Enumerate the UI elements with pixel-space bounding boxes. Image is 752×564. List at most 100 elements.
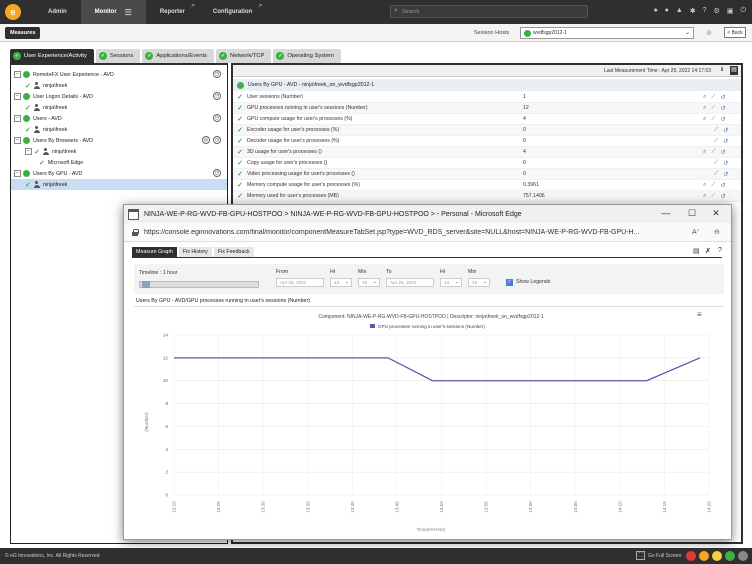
- tab-operating-system[interactable]: ✓ Operating System: [273, 49, 341, 63]
- measure-row[interactable]: ✓ Encoder usage for user's processes (%) 0…: [233, 125, 741, 136]
- address-bar[interactable]: https://console.eginnovations.com/final/…: [124, 223, 731, 242]
- graph-icon[interactable]: ⟋: [714, 138, 718, 145]
- tab-fix-feedback[interactable]: Fix Feedback: [213, 247, 254, 257]
- graph-icon[interactable]: ⟋: [711, 105, 715, 112]
- collapse-toggle-icon[interactable]: −: [14, 71, 21, 78]
- collapse-toggle-icon[interactable]: −: [14, 93, 21, 100]
- tab-applications-events[interactable]: ✓ Applications/Events: [142, 49, 214, 63]
- history-icon[interactable]: ↺: [723, 160, 728, 167]
- show-legends-checkbox[interactable]: ✓: [506, 279, 513, 286]
- nav-tab-monitor[interactable]: Monitor ☰: [80, 0, 146, 24]
- read-aloud-icon[interactable]: Aᐟ: [692, 228, 700, 236]
- details-icon[interactable]: ◷: [213, 114, 221, 122]
- bell-icon[interactable]: ♠: [654, 7, 658, 15]
- close-icon[interactable]: ✕: [710, 208, 722, 219]
- from-hr-select[interactable]: 13 ⌄: [330, 278, 352, 287]
- tools-icon[interactable]: ✗: [705, 247, 711, 255]
- fullscreen-label[interactable]: Go Full Screen: [648, 553, 681, 559]
- timeline-slider[interactable]: [139, 281, 259, 288]
- tree-leaf-user-selected[interactable]: ✓ ninja\freek: [11, 179, 227, 190]
- tree-leaf-user[interactable]: ✓ ninja\freek: [11, 102, 227, 113]
- measure-row[interactable]: ✓ Copy usage for user's processes () 0 ⟋ ↺: [233, 158, 741, 169]
- measures-tab[interactable]: Measures: [5, 27, 41, 39]
- lock-icon[interactable]: ▣: [727, 7, 734, 15]
- session-host-select[interactable]: wvdfsgp2012-1 ⌄: [520, 27, 694, 39]
- timeline-slider-handle[interactable]: [142, 281, 150, 288]
- tree-node-user-logon[interactable]: − User Logon Details - AVD ◷: [11, 91, 227, 102]
- from-min-select[interactable]: 19 ⌄: [358, 278, 380, 287]
- tab-user-experience[interactable]: ✓ User Experience/Activity: [10, 49, 94, 63]
- tab-fix-history[interactable]: Fix History: [178, 247, 212, 257]
- print-icon[interactable]: ▤: [730, 66, 738, 75]
- details-icon[interactable]: ◷: [213, 92, 221, 100]
- history-icon[interactable]: ↺: [721, 105, 726, 112]
- collapse-toggle-icon[interactable]: −: [14, 170, 21, 177]
- eg-logo[interactable]: e: [0, 0, 26, 24]
- graph-icon[interactable]: ⟋: [714, 171, 718, 178]
- search-detail-icon[interactable]: ⌕: [703, 94, 706, 101]
- details-icon[interactable]: ◷: [213, 169, 221, 177]
- measure-row[interactable]: ✓ Video processing usage for user's proce…: [233, 169, 741, 180]
- graph-icon[interactable]: ⟋: [711, 149, 715, 156]
- link-icon[interactable]: ⊘: [706, 29, 712, 37]
- bug-icon[interactable]: ✱: [690, 7, 696, 15]
- from-date-input[interactable]: Apr 25, 2022: [276, 278, 324, 287]
- grid-menu-icon[interactable]: ☰: [125, 8, 132, 17]
- minor-alert-icon[interactable]: [712, 551, 722, 561]
- tree-leaf-browser[interactable]: ✓ Microsoft Edge: [11, 157, 227, 168]
- user-icon[interactable]: ●: [665, 7, 669, 15]
- search-detail-icon[interactable]: ⌕: [703, 193, 706, 200]
- tree-leaf-user[interactable]: ✓ ninja\freek: [11, 124, 227, 135]
- graph-icon[interactable]: ⟋: [711, 116, 715, 123]
- history-icon[interactable]: ↺: [721, 182, 726, 189]
- tree-node-user[interactable]: − ✓ ninja\freek: [11, 146, 227, 157]
- history-icon[interactable]: ↺: [723, 127, 728, 134]
- measure-row[interactable]: ✓ User sessions (Number) 1 ⌕ ⟋ ↺: [233, 92, 741, 103]
- search-detail-icon[interactable]: ⌕: [703, 105, 706, 112]
- graph-icon[interactable]: ⟋: [711, 182, 715, 189]
- history-icon[interactable]: ↺: [723, 138, 728, 145]
- minimize-icon[interactable]: —: [660, 208, 672, 218]
- measure-row[interactable]: ✓ Memory compute usage for user's process…: [233, 180, 741, 191]
- fullscreen-icon[interactable]: ⛶: [636, 551, 645, 560]
- unknown-status-icon[interactable]: [738, 551, 748, 561]
- nav-tab-admin[interactable]: Admin: [34, 0, 81, 24]
- to-hr-select[interactable]: 14 ⌄: [440, 278, 462, 287]
- back-button[interactable]: < Back: [724, 27, 746, 38]
- details-icon[interactable]: ◷: [213, 70, 221, 78]
- tab-network-tcp[interactable]: ✓ Network/TCP: [215, 49, 272, 63]
- search-input[interactable]: ⌕ Search: [390, 5, 588, 18]
- history-icon[interactable]: ↺: [723, 171, 728, 178]
- chart-menu-icon[interactable]: ≡: [697, 310, 702, 319]
- history-icon[interactable]: ↺: [721, 94, 726, 101]
- history-icon[interactable]: ↺: [721, 149, 726, 156]
- lock-icon[interactable]: [132, 228, 139, 236]
- help-icon[interactable]: ?: [703, 7, 707, 15]
- help-icon[interactable]: ?: [718, 247, 722, 254]
- collapse-toggle-icon[interactable]: −: [25, 148, 32, 155]
- warning-icon[interactable]: ▲: [676, 7, 683, 15]
- to-date-input[interactable]: Apr 25, 2022: [386, 278, 434, 287]
- zoom-icon[interactable]: ⊖: [714, 228, 720, 236]
- major-alert-icon[interactable]: [699, 551, 709, 561]
- measure-row[interactable]: ✓ 3D usage for user's processes () 4 ⌕ ⟋ ↺: [233, 147, 741, 158]
- measure-row[interactable]: ✓ GPU processes running in user's session…: [233, 103, 741, 114]
- info-icon[interactable]: ℹ: [718, 66, 726, 75]
- measure-row[interactable]: ✓ Memory used for user's processes (MB) 75…: [233, 191, 741, 202]
- logout-icon[interactable]: ⏻: [740, 7, 746, 15]
- history-icon[interactable]: ↺: [721, 116, 726, 123]
- collapse-toggle-icon[interactable]: −: [14, 115, 21, 122]
- tab-measure-graph[interactable]: Measure Graph: [132, 247, 177, 257]
- graph-icon[interactable]: ⟋: [711, 94, 715, 101]
- graph-icon[interactable]: ⟋: [714, 127, 718, 134]
- tab-sessions[interactable]: ✓ Sessions: [95, 49, 141, 63]
- maximize-icon[interactable]: ☐: [686, 208, 698, 219]
- search-detail-icon[interactable]: ⌕: [703, 149, 706, 156]
- normal-status-icon[interactable]: [725, 551, 735, 561]
- tree-leaf-user[interactable]: ✓ ninja\freek: [11, 80, 227, 91]
- window-titlebar[interactable]: NINJA-WE-P-RG-WVD-FB-GPU-HOSTPOO > NINJA…: [124, 205, 731, 223]
- document-icon[interactable]: ▤: [693, 247, 700, 255]
- to-min-select[interactable]: 19 ⌄: [468, 278, 490, 287]
- graph-icon[interactable]: ⟋: [711, 193, 715, 200]
- url-text[interactable]: https://console.eginnovations.com/final/…: [144, 229, 684, 236]
